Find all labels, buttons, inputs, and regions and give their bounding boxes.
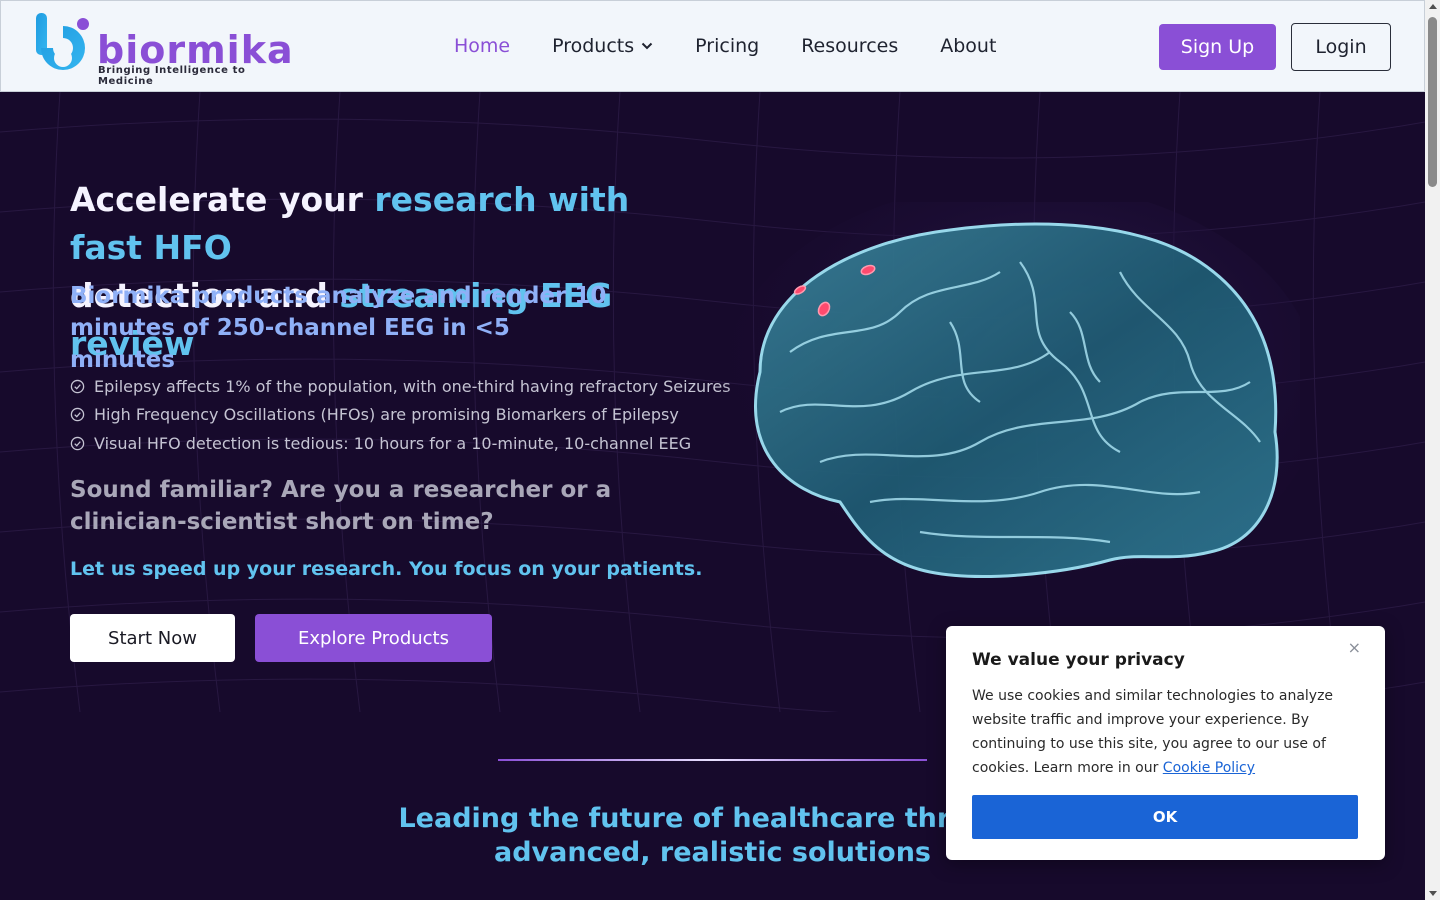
scroll-up-arrow-icon[interactable]: [1429, 4, 1437, 9]
site-header: biormika Bringing Intelligence to Medici…: [0, 0, 1425, 92]
nav-about[interactable]: About: [940, 35, 996, 57]
explore-products-button[interactable]: Explore Products: [255, 614, 492, 662]
close-icon[interactable]: ×: [1348, 638, 1361, 657]
lead-line-1: Leading the future of healthcare through: [398, 803, 1027, 834]
nav-products[interactable]: Products: [552, 35, 653, 57]
section-divider: [498, 759, 927, 761]
cookie-title: We value your privacy: [972, 650, 1185, 670]
biormika-logo-icon: [36, 13, 89, 70]
hero-title-part-1: Accelerate: [70, 180, 279, 219]
page-scrollbar[interactable]: [1425, 0, 1440, 900]
chevron-down-icon: [641, 42, 653, 50]
check-circle-icon: [70, 436, 85, 450]
hero-bullets: Epilepsy affects 1% of the population, w…: [70, 372, 731, 458]
nav-products-label: Products: [552, 35, 635, 57]
hero-tagline: Let us speed up your research. You focus…: [70, 558, 703, 580]
scroll-down-arrow-icon[interactable]: [1429, 891, 1437, 896]
scroll-thumb[interactable]: [1428, 17, 1437, 187]
list-item: High Frequency Oscillations (HFOs) are p…: [70, 401, 731, 430]
logo-tagline: Bringing Intelligence to Medicine: [98, 65, 246, 87]
bullet-text: Visual HFO detection is tedious: 10 hour…: [94, 433, 692, 453]
hero-subtitle: Biormika products analyze and render 10 …: [70, 283, 607, 373]
bullet-text: Epilepsy affects 1% of the population, w…: [94, 376, 731, 396]
nav-resources[interactable]: Resources: [801, 35, 898, 57]
cookie-policy-link[interactable]: Cookie Policy: [1163, 760, 1255, 776]
nav-pricing[interactable]: Pricing: [695, 35, 759, 57]
bullet-text: High Frequency Oscillations (HFOs) are p…: [94, 405, 679, 425]
cookie-ok-button[interactable]: OK: [972, 795, 1358, 839]
check-circle-icon: [70, 408, 85, 422]
cookie-consent-dialog: × We value your privacy We use cookies a…: [946, 626, 1385, 860]
brain-illustration: [720, 202, 1300, 602]
hero-question: Sound familiar? Are you a researcher or …: [70, 477, 612, 535]
main-nav: Home Products Pricing Resources About: [454, 35, 1038, 57]
cookie-body: We use cookies and similar technologies …: [972, 688, 1334, 776]
list-item: Epilepsy affects 1% of the population, w…: [70, 372, 731, 401]
logo[interactable]: biormika Bringing Intelligence to Medici…: [35, 12, 293, 87]
start-now-button[interactable]: Start Now: [70, 614, 235, 662]
list-item: Visual HFO detection is tedious: 10 hour…: [70, 429, 731, 458]
check-circle-icon: [70, 379, 85, 393]
signup-button[interactable]: Sign Up: [1159, 24, 1276, 70]
hero-title-part-2: your: [278, 180, 375, 219]
cookie-text: We use cookies and similar technologies …: [972, 684, 1362, 780]
lead-line-2: advanced, realistic solutions: [494, 837, 931, 868]
login-button[interactable]: Login: [1291, 23, 1391, 71]
nav-home[interactable]: Home: [454, 35, 510, 57]
